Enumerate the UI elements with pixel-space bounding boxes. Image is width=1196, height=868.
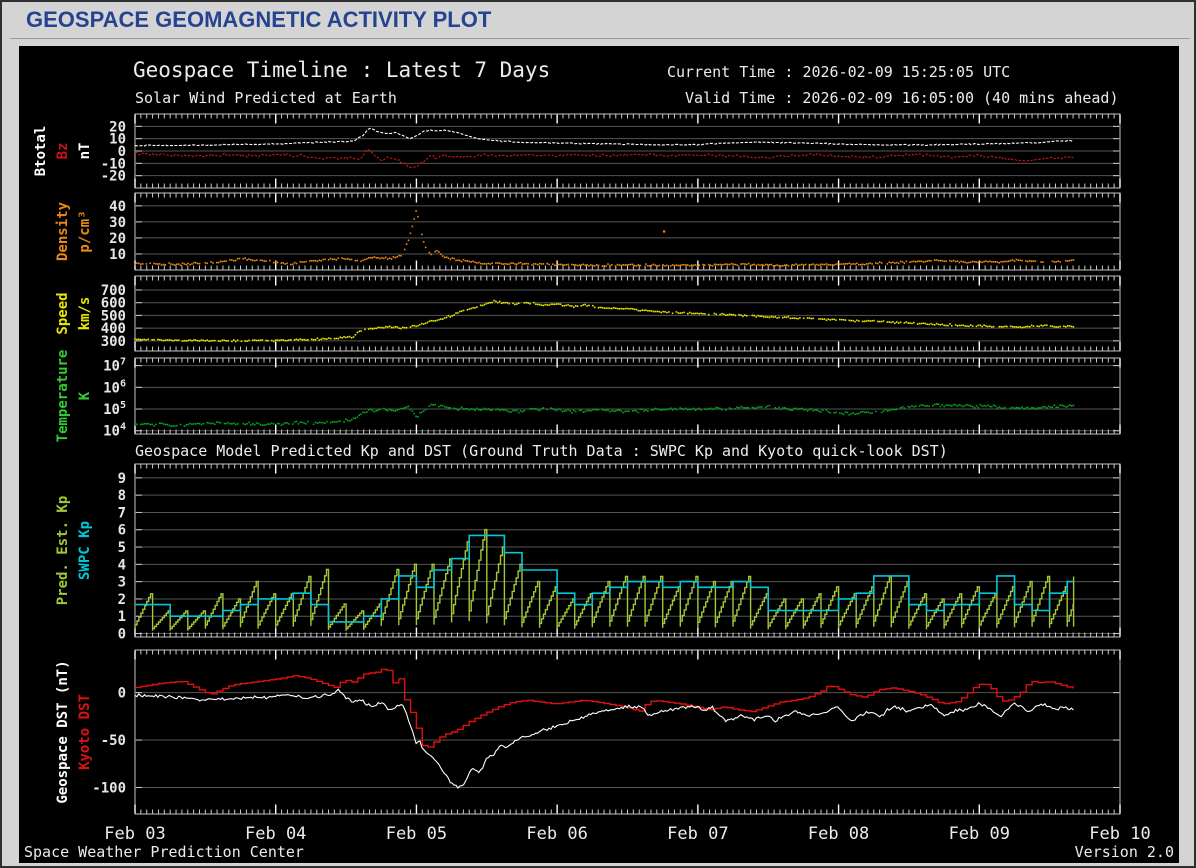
svg-text:-100: -100 <box>92 780 126 796</box>
svg-text:3: 3 <box>118 575 126 591</box>
svg-text:Kyoto DST: Kyoto DST <box>77 694 93 770</box>
svg-text:Feb 05: Feb 05 <box>386 824 447 844</box>
svg-text:Geospace DST (nT): Geospace DST (nT) <box>55 660 71 803</box>
geospace-activity-page: GEOSPACE GEOMAGNETIC ACTIVITY PLOT Geosp… <box>0 0 1196 868</box>
svg-text:Btotal: Btotal <box>33 126 49 177</box>
svg-text:105: 105 <box>103 400 126 418</box>
svg-text:106: 106 <box>103 378 126 396</box>
svg-text:1: 1 <box>118 609 126 625</box>
svg-text:Feb 04: Feb 04 <box>245 824 306 844</box>
svg-text:0: 0 <box>118 627 126 643</box>
footer-source-text: Space Weather Prediction Center <box>24 843 304 861</box>
svg-text:p/cm³: p/cm³ <box>77 210 93 252</box>
svg-text:5: 5 <box>118 540 126 556</box>
svg-text:K: K <box>77 391 93 400</box>
svg-text:7: 7 <box>118 505 126 521</box>
plot-container: Geospace Timeline : Latest 7 Days Curren… <box>19 46 1179 863</box>
svg-text:2: 2 <box>118 592 126 608</box>
svg-text:20: 20 <box>109 231 126 247</box>
header-divider <box>10 38 1190 39</box>
svg-text:Feb 10: Feb 10 <box>1089 824 1150 844</box>
svg-text:Feb 07: Feb 07 <box>667 824 728 844</box>
svg-text:4: 4 <box>118 557 126 573</box>
svg-text:0: 0 <box>118 686 126 702</box>
svg-text:Speed: Speed <box>55 292 71 334</box>
svg-text:10: 10 <box>109 247 126 263</box>
svg-text:104: 104 <box>103 422 126 440</box>
svg-text:-20: -20 <box>101 169 126 185</box>
svg-text:6: 6 <box>118 523 126 539</box>
charts-svg: 20100-10-20Btotal Bz nT40302010Density p/cm… <box>33 113 1151 844</box>
svg-text:300: 300 <box>101 334 126 350</box>
svg-text:Feb 03: Feb 03 <box>104 824 165 844</box>
footer-version-text: Version 2.0 <box>1074 843 1174 861</box>
svg-text:Temperature: Temperature <box>55 350 71 443</box>
svg-text:-50: -50 <box>101 733 126 749</box>
svg-text:km/s: km/s <box>77 297 93 331</box>
svg-text:40: 40 <box>109 199 126 215</box>
svg-text:Feb 09: Feb 09 <box>949 824 1010 844</box>
svg-text:Bz: Bz <box>55 143 71 160</box>
svg-text:Feb 06: Feb 06 <box>526 824 587 844</box>
svg-text:9: 9 <box>118 471 126 487</box>
page-title: GEOSPACE GEOMAGNETIC ACTIVITY PLOT <box>26 7 492 32</box>
svg-text:Pred. Est. Kp: Pred. Est. Kp <box>55 496 71 606</box>
svg-text:30: 30 <box>109 215 126 231</box>
svg-text:nT: nT <box>77 143 93 160</box>
svg-text:8: 8 <box>118 488 126 504</box>
svg-text:Feb 08: Feb 08 <box>808 824 869 844</box>
svg-text:Density: Density <box>55 201 71 261</box>
svg-text:SWPC Kp: SWPC Kp <box>77 521 93 580</box>
svg-text:107: 107 <box>103 357 126 375</box>
